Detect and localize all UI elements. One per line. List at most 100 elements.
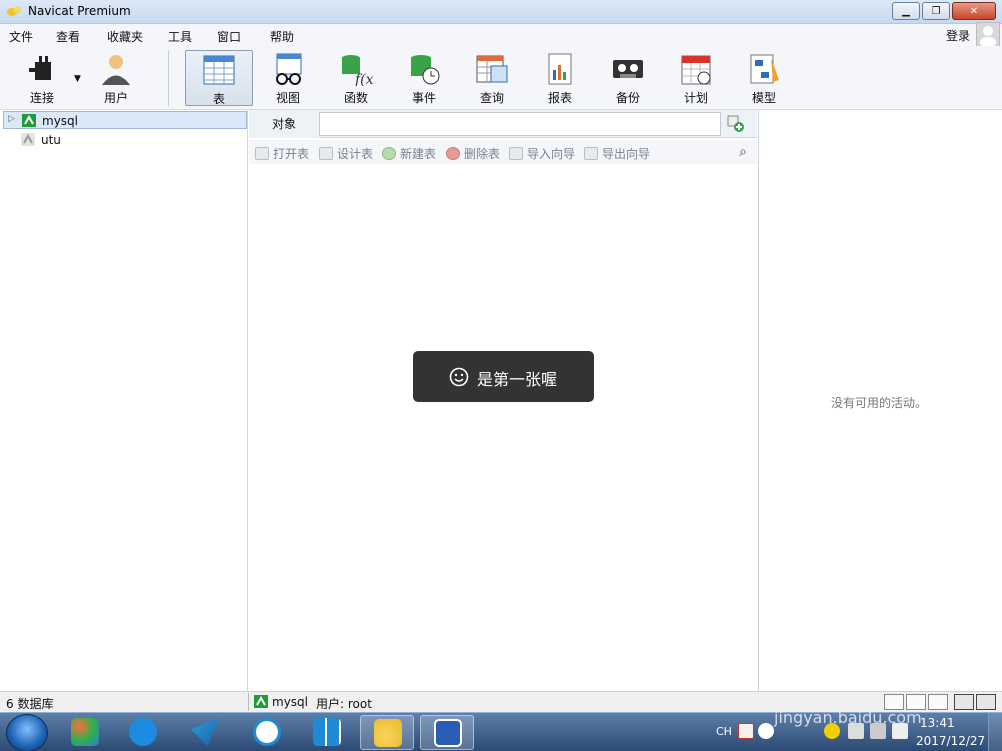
new-tab-icon[interactable] [727, 115, 745, 133]
export-wizard-label: 导出向导 [602, 147, 651, 161]
navicat-app-icon [374, 719, 402, 747]
toggle-right-pane-icon[interactable] [976, 694, 996, 710]
function-label: 函数 [343, 91, 368, 105]
export-icon [584, 147, 598, 160]
design-table-label: 设计表 [337, 147, 374, 161]
login-link[interactable]: 登录 [946, 27, 970, 44]
schedule-button[interactable]: 计划 [666, 50, 726, 106]
connect-label: 连接 [29, 91, 54, 105]
start-button[interactable] [6, 714, 48, 751]
status-user: 用户: root [316, 697, 372, 711]
menu-tools[interactable]: 工具 [168, 28, 192, 45]
backup-button[interactable]: 备份 [598, 50, 658, 106]
import-icon [509, 147, 523, 160]
object-action-bar: 打开表 设计表 新建表 删除表 导入向导 导出向导 ⌕ [249, 140, 757, 164]
minimize-button[interactable]: ▁ [892, 2, 920, 20]
taskbar-app-colorful[interactable] [58, 715, 112, 750]
function-button[interactable]: f(x) 函数 [326, 50, 386, 106]
maximize-button[interactable]: ❐ [922, 2, 950, 20]
open-table-label: 打开表 [273, 147, 310, 161]
clock-time[interactable]: 13:41 [920, 716, 955, 730]
tab-objects[interactable]: 对象 [249, 112, 319, 138]
user-button[interactable]: 用户 [86, 50, 146, 106]
expand-arrow-icon[interactable]: ▷ [8, 114, 15, 124]
connect-button[interactable]: 连接 [12, 50, 72, 106]
taskbar-app-k[interactable] [240, 715, 294, 750]
new-table-icon [382, 147, 396, 160]
connection-tree: ▷ mysql utu [3, 110, 248, 691]
baidu-watermark: Bai度经验 [770, 648, 933, 688]
new-table-label: 新建表 [400, 147, 437, 161]
help-icon[interactable] [758, 723, 774, 739]
grid-app-icon [313, 718, 341, 746]
grid-view-icon[interactable] [928, 694, 948, 710]
function-icon: f(x) [339, 52, 379, 88]
user-icon [99, 52, 133, 86]
ime-mode-icon[interactable] [738, 723, 754, 739]
toast-message: 是第一张喔 [477, 370, 558, 389]
connect-dropdown-icon[interactable]: ▼ [74, 74, 81, 84]
navicat-logo-icon [7, 6, 21, 16]
title-bar: Navicat Premium ▁ ❐ ✕ [0, 0, 1002, 24]
event-clock-icon [407, 52, 441, 86]
import-wizard-label: 导入向导 [527, 147, 576, 161]
backup-tape-icon [611, 52, 645, 86]
mysql-connection-icon [22, 114, 36, 127]
import-wizard-button[interactable]: 导入向导 [509, 145, 575, 162]
window-controls: ▁ ❐ ✕ [892, 2, 996, 20]
ie-icon [129, 718, 157, 746]
svg-text:f(x): f(x) [354, 72, 373, 86]
event-button[interactable]: 事件 [394, 50, 454, 106]
object-panel: 对象 打开表 设计表 新建表 删除表 导入向导 导出向导 ⌕ 是第一张喔 [249, 110, 757, 691]
taskbar-app-bird[interactable] [178, 715, 232, 750]
account-avatar-icon[interactable] [976, 22, 1000, 48]
tree-item-mysql[interactable]: ▷ mysql [3, 111, 247, 129]
delete-table-icon [446, 147, 460, 160]
menu-help[interactable]: 帮助 [270, 28, 294, 45]
tree-item-label: mysql [42, 114, 78, 128]
delete-table-label: 删除表 [464, 147, 501, 161]
table-button[interactable]: 表 [185, 50, 253, 106]
model-button[interactable]: 模型 [734, 50, 794, 106]
window-title: Navicat Premium [28, 4, 131, 18]
new-table-button[interactable]: 新建表 [382, 145, 436, 162]
toggle-left-pane-icon[interactable] [954, 694, 974, 710]
taskbar-app-navicat[interactable] [360, 715, 414, 750]
view-label: 视图 [275, 91, 300, 105]
menu-view[interactable]: 查看 [56, 28, 80, 45]
search-icon[interactable]: ⌕ [739, 144, 747, 160]
pane-toggles [954, 694, 996, 710]
tree-item-utu[interactable]: utu [3, 131, 247, 149]
delete-table-button[interactable]: 删除表 [446, 145, 500, 162]
taskbar-app-grid[interactable] [300, 715, 354, 750]
close-button[interactable]: ✕ [952, 2, 996, 20]
export-wizard-button[interactable]: 导出向导 [584, 145, 650, 162]
mysql-connection-icon [254, 695, 268, 708]
status-connection: mysql [272, 695, 308, 709]
colorful-app-icon [71, 718, 99, 746]
menu-favorites[interactable]: 收藏夹 [107, 28, 143, 45]
query-button[interactable]: 查询 [462, 50, 522, 106]
main-toolbar: 连接 ▼ 用户 表 视图 f(x) 函数 事件 查询 [0, 46, 1002, 110]
taskbar-app-ie[interactable] [116, 715, 170, 750]
report-icon [543, 52, 577, 86]
show-desktop-button[interactable] [988, 713, 1002, 751]
database-count: 6 数据库 [6, 697, 54, 711]
design-table-button[interactable]: 设计表 [319, 145, 373, 162]
menu-file[interactable]: 文件 [9, 28, 33, 45]
menu-window[interactable]: 窗口 [217, 28, 241, 45]
taskbar-app-word[interactable] [420, 715, 474, 750]
clock-date[interactable]: 2017/12/27 [916, 734, 985, 748]
ime-indicator[interactable]: CH [716, 725, 732, 738]
table-icon [202, 53, 236, 87]
open-table-button[interactable]: 打开表 [255, 145, 309, 162]
toast-notification: 是第一张喔 [413, 351, 594, 402]
report-button[interactable]: 报表 [530, 50, 590, 106]
open-table-icon [255, 147, 269, 160]
smiley-icon [449, 367, 469, 387]
plug-icon [25, 52, 59, 86]
table-label: 表 [212, 92, 225, 106]
view-button[interactable]: 视图 [258, 50, 318, 106]
query-label: 查询 [479, 91, 504, 105]
object-tabs: 对象 [249, 110, 757, 138]
